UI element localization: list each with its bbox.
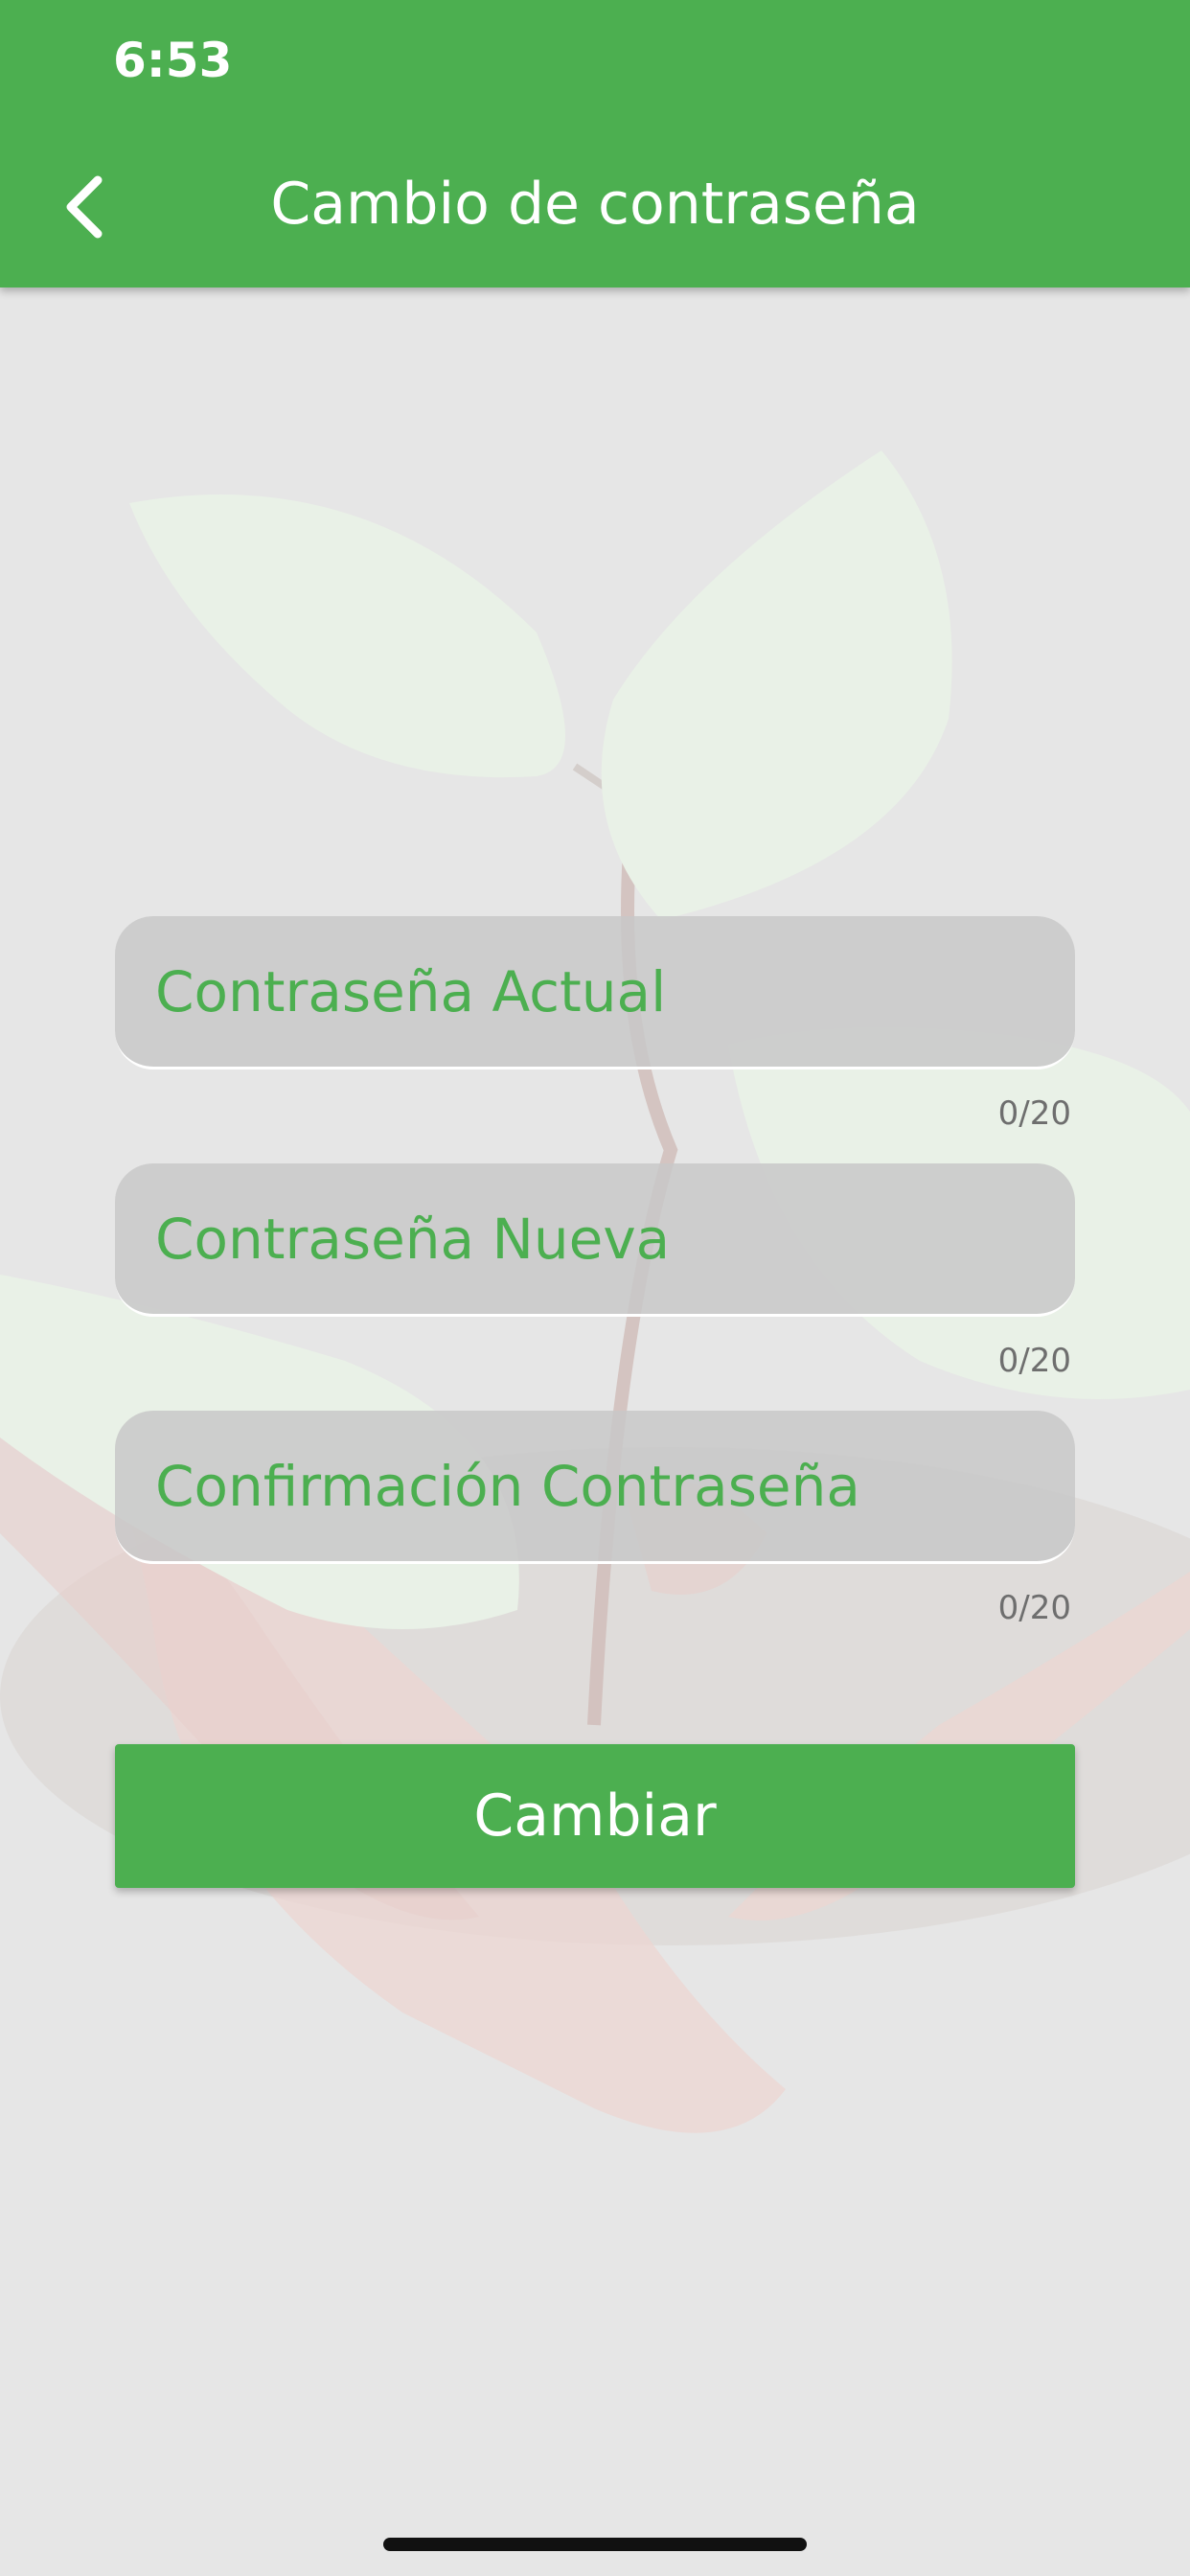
current-password-input[interactable] <box>115 916 1075 1067</box>
status-bar-time: 6:53 <box>113 33 233 88</box>
confirm-password-counter: 0/20 <box>997 1589 1071 1627</box>
current-password-counter: 0/20 <box>997 1094 1071 1133</box>
change-password-button[interactable]: Cambiar <box>115 1744 1075 1888</box>
current-password-field[interactable] <box>115 916 1075 1070</box>
password-change-form: 0/20 0/20 0/20 Cambiar <box>0 0 1190 2576</box>
new-password-counter: 0/20 <box>997 1342 1071 1380</box>
new-password-field[interactable] <box>115 1163 1075 1317</box>
confirm-password-input[interactable] <box>115 1411 1075 1561</box>
confirm-password-field[interactable] <box>115 1411 1075 1564</box>
app-header: 6:53 Cambio de contraseña <box>0 0 1190 288</box>
new-password-input[interactable] <box>115 1163 1075 1314</box>
home-indicator <box>383 2538 807 2551</box>
page-title: Cambio de contraseña <box>270 171 920 238</box>
